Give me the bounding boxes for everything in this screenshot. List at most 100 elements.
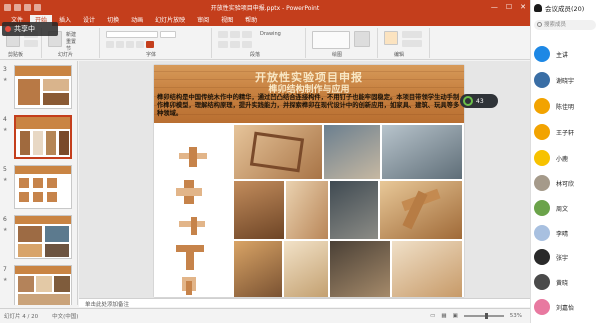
- tab-review[interactable]: 审阅: [192, 15, 214, 26]
- group-label-clipboard: 剪贴板: [8, 52, 24, 58]
- ribbon-tabs: 文件 开始 插入 设计 切换 动画 幻灯片放映 审阅 视图 帮助: [0, 14, 530, 26]
- thumbnail-image: [14, 165, 72, 209]
- bullets-icon[interactable]: [218, 31, 228, 38]
- member-name: 主讲: [556, 51, 569, 59]
- bold-icon[interactable]: [106, 41, 114, 48]
- member-item[interactable]: 黄晓: [534, 271, 598, 293]
- photo-lattice-box: [234, 125, 322, 179]
- thumbnail-number: 3: [3, 66, 7, 73]
- powerpoint-window: 开放性实验项目申报.pptx - PowerPoint — ☐ ✕ 文件 开始 …: [0, 0, 530, 323]
- joint-diagrams: [154, 125, 234, 297]
- replace-icon[interactable]: [402, 40, 422, 47]
- zoom-level[interactable]: 53%: [510, 313, 522, 319]
- thumbnail-slide-6[interactable]: 6 ★: [0, 213, 77, 263]
- sorter-view-icon[interactable]: ▦: [441, 313, 446, 319]
- underline-icon[interactable]: [126, 41, 134, 48]
- member-item[interactable]: 李晴: [534, 222, 598, 244]
- animation-star-icon: ★: [3, 127, 8, 133]
- photo-box-model: [234, 241, 282, 297]
- member-item[interactable]: 主讲: [534, 43, 598, 65]
- align-right-icon[interactable]: [242, 41, 252, 48]
- language-indicator[interactable]: 中文(中国): [52, 312, 78, 320]
- group-font: 字体: [102, 28, 212, 58]
- people-icon: [534, 4, 542, 12]
- photo-carved-block: [234, 181, 284, 239]
- font-color-icon[interactable]: [146, 41, 154, 48]
- member-item[interactable]: 小鹿: [534, 147, 598, 169]
- tab-transitions[interactable]: 切换: [102, 15, 124, 26]
- minimize-button[interactable]: —: [491, 3, 498, 11]
- member-item[interactable]: 林可欣: [534, 172, 598, 194]
- maximize-button[interactable]: ☐: [506, 3, 512, 11]
- timer-value: 43: [476, 97, 484, 105]
- sharing-badge[interactable]: 共享中: [2, 22, 58, 36]
- designer-icon[interactable]: [384, 31, 398, 45]
- thumbnail-number: 5: [3, 166, 7, 173]
- shapes-gallery[interactable]: [312, 31, 350, 49]
- photo-tools: [330, 241, 390, 297]
- member-item[interactable]: 张宇: [534, 246, 598, 268]
- tab-help[interactable]: 帮助: [240, 15, 262, 26]
- close-button[interactable]: ✕: [520, 3, 526, 11]
- avatar: [534, 175, 550, 191]
- thumbnail-slide-5[interactable]: 5 ★: [0, 163, 77, 213]
- member-name: 王子轩: [556, 129, 575, 137]
- slide-edit-area: 开放性实验项目申报 榫卯结构制作与应用 榫卯结构是中国传统木作中的精华，通过凹凸…: [79, 61, 530, 298]
- timer-widget[interactable]: 43: [460, 94, 498, 108]
- reset-label[interactable]: 重置: [66, 38, 76, 45]
- redo-icon[interactable]: [34, 3, 41, 11]
- member-search-input[interactable]: 搜索成员: [534, 20, 596, 30]
- timer-ring-icon: [463, 96, 473, 106]
- font-name-select[interactable]: [106, 31, 158, 38]
- align-left-icon[interactable]: [218, 41, 228, 48]
- align-center-icon[interactable]: [230, 41, 240, 48]
- indent-icon[interactable]: [242, 31, 252, 38]
- status-bar: 幻灯片 4 / 20 中文(中国) ▭ ▦ ▣ 53%: [0, 308, 530, 323]
- current-slide[interactable]: 开放性实验项目申报 榫卯结构制作与应用 榫卯结构是中国传统木作中的精华，通过凹凸…: [154, 65, 464, 297]
- thumbnail-slide-7[interactable]: 7 ★: [0, 263, 77, 305]
- thumbnail-slide-3[interactable]: 3 ★: [0, 63, 77, 113]
- autosave-icon[interactable]: [4, 3, 11, 11]
- strikethrough-icon[interactable]: [136, 41, 144, 48]
- thumbnail-slide-4[interactable]: 4 ★: [0, 113, 77, 163]
- italic-icon[interactable]: [116, 41, 124, 48]
- avatar: [534, 200, 550, 216]
- copy-icon[interactable]: [24, 40, 38, 47]
- undo-icon[interactable]: [24, 3, 31, 11]
- thumbnail-number: 6: [3, 216, 7, 223]
- member-item[interactable]: 周文: [534, 197, 598, 219]
- avatar: [534, 72, 550, 88]
- save-icon[interactable]: [14, 3, 21, 11]
- member-name: 李晴: [556, 230, 569, 238]
- tab-design[interactable]: 设计: [78, 15, 100, 26]
- members-panel: 会议成员(20) 搜索成员 主讲 谢晓宇 陈佳明 王子轩 小鹿 林可欣 周文 李…: [530, 0, 600, 323]
- slide-thumbnail-pane: 3 ★ 4 ★ 5 ★ 6 ★ 7 ★: [0, 61, 78, 305]
- normal-view-icon[interactable]: ▭: [430, 313, 435, 319]
- photo-interlock-puzzle: [380, 181, 462, 239]
- drawing-label[interactable]: Drawing: [260, 31, 281, 37]
- tab-view[interactable]: 视图: [216, 15, 238, 26]
- notes-pane[interactable]: 单击此处添加备注: [79, 298, 530, 308]
- slide-body-text[interactable]: 榫卯结构是中国传统木作中的精华，通过凹凸结合连接构件，不用钉子也能牢固稳定。本项…: [157, 94, 461, 118]
- zoom-knob[interactable]: [484, 313, 488, 319]
- arrange-icon[interactable]: [354, 31, 370, 47]
- tab-slideshow[interactable]: 幻灯片放映: [150, 15, 190, 26]
- new-label[interactable]: 新建: [66, 31, 76, 38]
- numbering-icon[interactable]: [230, 31, 240, 38]
- member-item[interactable]: 谢晓宇: [534, 69, 598, 91]
- member-item[interactable]: 王子轩: [534, 121, 598, 143]
- reading-view-icon[interactable]: ▣: [453, 313, 458, 319]
- member-name: 周文: [556, 205, 569, 213]
- member-name: 林可欣: [556, 180, 575, 188]
- find-icon[interactable]: [402, 31, 422, 38]
- font-size-select[interactable]: [160, 31, 176, 38]
- zoom-slider[interactable]: [463, 313, 504, 319]
- group-label-slides: 幻灯片: [58, 52, 74, 58]
- tab-animations[interactable]: 动画: [126, 15, 148, 26]
- member-name: 陈佳明: [556, 103, 575, 111]
- group-label-font: 字体: [146, 52, 157, 58]
- member-item[interactable]: 刘嘉怡: [534, 296, 598, 318]
- member-item[interactable]: 陈佳明: [534, 95, 598, 117]
- group-label-paragraph: 段落: [250, 52, 261, 58]
- avatar: [534, 274, 550, 290]
